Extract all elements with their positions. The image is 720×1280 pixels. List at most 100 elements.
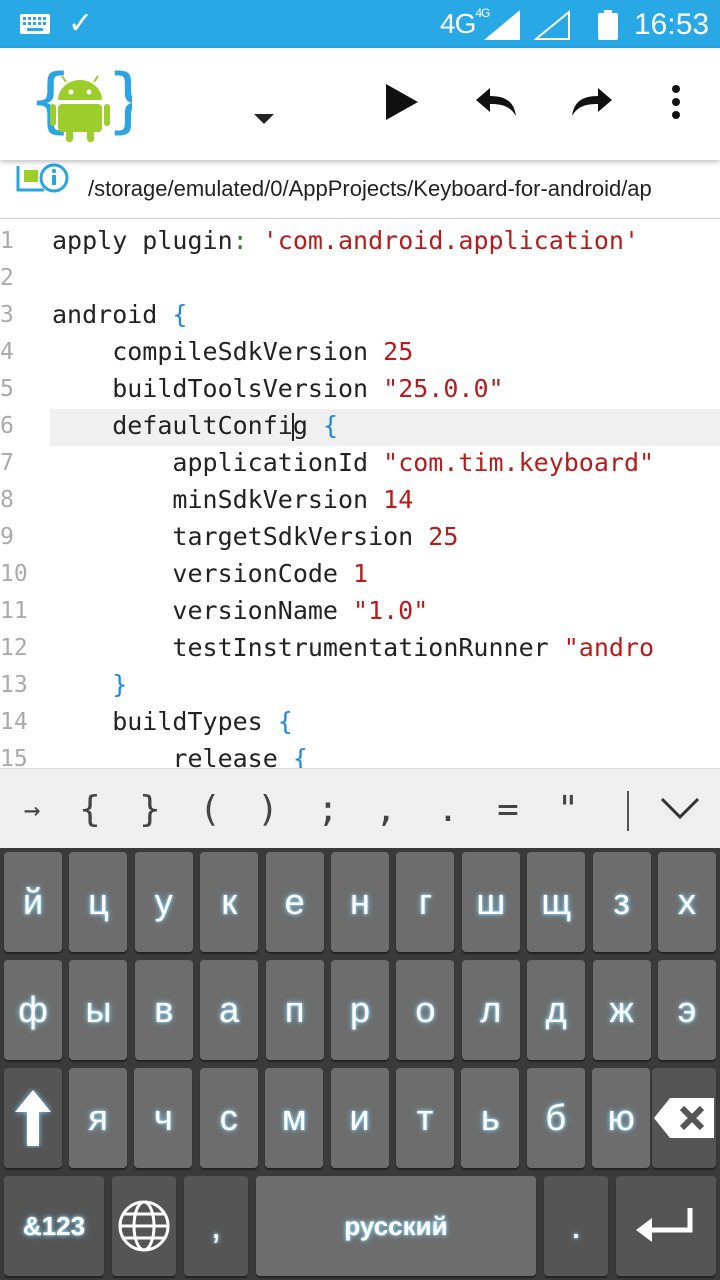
letter-key[interactable]: н — [331, 852, 389, 952]
letter-key[interactable]: в — [134, 960, 193, 1060]
letter-key[interactable]: ы — [69, 960, 128, 1060]
collapse-keyboard-icon[interactable] — [644, 769, 716, 849]
symbol-key[interactable]: } — [122, 769, 178, 849]
signal-icon — [534, 10, 570, 40]
space-key[interactable]: русский — [256, 1176, 536, 1276]
code-line[interactable]: defaultConfig { — [52, 411, 338, 441]
letter-key[interactable]: ф — [4, 960, 62, 1060]
code-line[interactable]: targetSdkVersion 25 — [52, 522, 458, 551]
app-toolbar: { } — [0, 48, 720, 160]
divider — [627, 791, 629, 831]
line-number: 10 — [0, 561, 28, 587]
code-line[interactable]: versionCode 1 — [52, 559, 368, 588]
letter-key[interactable]: я — [69, 1068, 127, 1168]
battery-icon — [598, 10, 618, 40]
line-number: 9 — [0, 524, 14, 550]
letter-key[interactable]: с — [199, 1068, 258, 1168]
period-key[interactable]: . — [544, 1176, 608, 1276]
code-line[interactable]: minSdkVersion 14 — [52, 485, 413, 514]
overflow-menu-icon[interactable] — [650, 76, 702, 128]
letter-key[interactable]: г — [396, 852, 455, 952]
letter-key[interactable]: б — [526, 1068, 585, 1168]
dropdown-arrow-icon[interactable] — [254, 114, 274, 124]
symbol-key[interactable]: " — [540, 769, 596, 849]
letter-key[interactable]: у — [134, 852, 193, 952]
letter-key[interactable]: е — [265, 852, 324, 952]
line-number: 6 — [0, 413, 14, 439]
line-number: 12 — [0, 635, 28, 661]
letter-key[interactable]: к — [200, 852, 259, 952]
code-line[interactable]: compileSdkVersion 25 — [52, 337, 413, 366]
code-line[interactable]: } — [52, 670, 127, 699]
file-info-icon[interactable] — [14, 160, 74, 196]
letter-key[interactable]: л — [461, 960, 520, 1060]
keyboard-icon — [20, 14, 50, 34]
line-number: 15 — [0, 746, 28, 768]
line-number: 8 — [0, 487, 14, 513]
network-type: 4G4G — [440, 5, 490, 39]
code-line[interactable]: buildToolsVersion "25.0.0" — [52, 374, 503, 403]
letter-key[interactable]: д — [527, 960, 586, 1060]
status-bar: ✓ 4G4G 16:53 — [0, 0, 720, 48]
letter-key[interactable]: п — [265, 960, 324, 1060]
letter-key[interactable]: ч — [134, 1068, 193, 1168]
line-number: 11 — [0, 598, 28, 624]
letter-key[interactable]: э — [658, 960, 716, 1060]
comma-key[interactable]: , — [184, 1176, 248, 1276]
code-line[interactable]: apply plugin: 'com.android.application' — [52, 226, 639, 255]
line-number: 1 — [0, 228, 14, 254]
letter-key[interactable]: ж — [592, 960, 651, 1060]
letter-key[interactable]: м — [265, 1068, 324, 1168]
symbol-key[interactable]: , — [358, 769, 414, 849]
file-path: /storage/emulated/0/AppProjects/Keyboard… — [88, 176, 652, 201]
code-editor[interactable]: 1 apply plugin: 'com.android.application'… — [0, 220, 720, 768]
line-number: 7 — [0, 450, 14, 476]
letter-key[interactable]: и — [330, 1068, 389, 1168]
symbol-key[interactable]: ; — [300, 769, 356, 849]
code-line[interactable]: testInstrumentationRunner "andro — [52, 633, 654, 662]
check-icon: ✓ — [68, 7, 94, 40]
letter-key[interactable]: о — [396, 960, 455, 1060]
symbol-key[interactable]: ( — [182, 769, 238, 849]
line-number: 14 — [0, 709, 28, 735]
undo-icon[interactable] — [470, 76, 522, 128]
letter-key[interactable]: щ — [527, 852, 586, 952]
code-line[interactable]: android { — [52, 300, 187, 329]
line-number: 13 — [0, 672, 28, 698]
symbol-key[interactable]: . — [420, 769, 476, 849]
line-number: 3 — [0, 302, 14, 328]
language-globe-key[interactable] — [112, 1176, 176, 1276]
shift-key[interactable] — [4, 1068, 62, 1168]
backspace-key[interactable] — [652, 1068, 716, 1168]
file-path-bar: /storage/emulated/0/AppProjects/Keyboard… — [0, 160, 720, 219]
code-line[interactable]: release { — [52, 744, 307, 768]
soft-keyboard: &123 , русский . йцукенгшщзх фывапролджэ я… — [0, 848, 720, 1280]
letter-key[interactable]: т — [396, 1068, 454, 1168]
code-line[interactable]: applicationId "com.tim.keyboard" — [52, 448, 654, 477]
redo-icon[interactable] — [566, 76, 618, 128]
enter-key[interactable] — [616, 1176, 716, 1276]
clock: 16:53 — [634, 8, 710, 41]
symbol-bar: →{}();,. = " — [0, 768, 720, 849]
line-number: 2 — [0, 265, 14, 291]
letter-key[interactable]: х — [658, 852, 716, 952]
symbol-key[interactable]: → — [4, 769, 60, 849]
symbol-key[interactable]: = — [480, 769, 536, 849]
letter-key[interactable]: р — [331, 960, 389, 1060]
mode-switch-key[interactable]: &123 — [4, 1176, 104, 1276]
symbol-key[interactable]: ) — [240, 769, 296, 849]
aide-logo-icon[interactable]: { } — [28, 60, 132, 146]
svg-text:}: } — [106, 60, 132, 141]
letter-key[interactable]: ц — [69, 852, 128, 952]
letter-key[interactable]: ь — [461, 1068, 520, 1168]
letter-key[interactable]: ш — [461, 852, 520, 952]
letter-key[interactable]: з — [592, 852, 651, 952]
letter-key[interactable]: а — [200, 960, 259, 1060]
run-icon[interactable] — [376, 76, 428, 128]
letter-key[interactable]: й — [4, 852, 62, 952]
code-line[interactable]: buildTypes { — [52, 707, 293, 736]
letter-key[interactable]: ю — [592, 1068, 651, 1168]
code-line[interactable]: versionName "1.0" — [52, 596, 428, 625]
signal-icon — [484, 10, 520, 40]
symbol-key[interactable]: { — [62, 769, 118, 849]
